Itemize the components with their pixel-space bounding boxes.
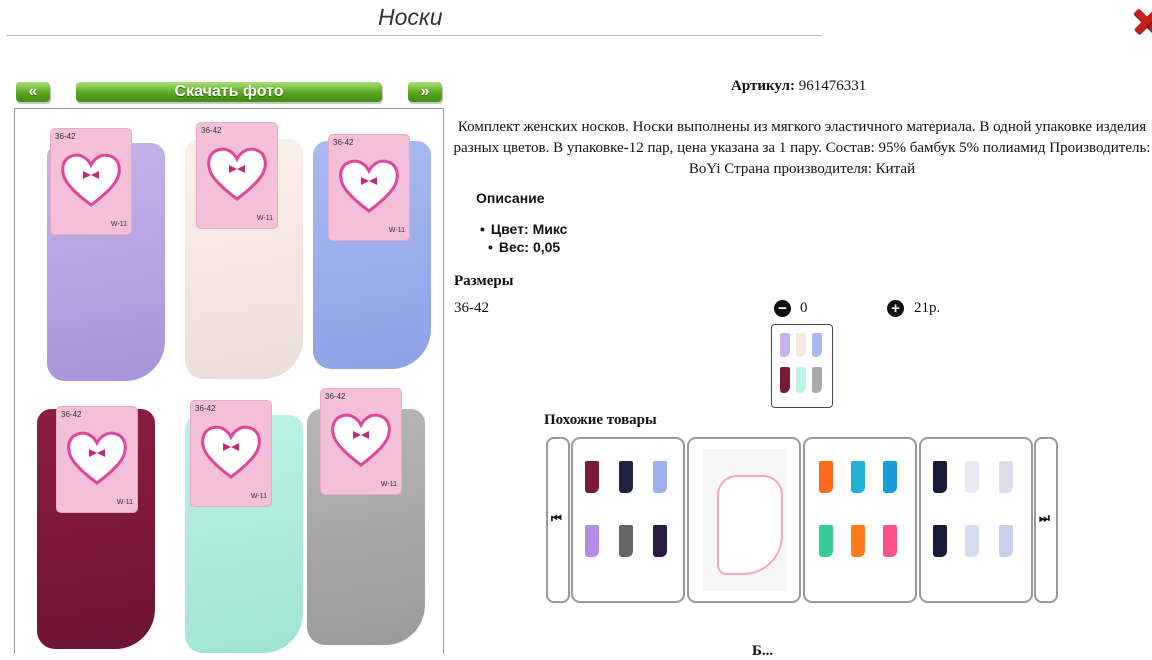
tag-size: 36-42 [61,410,82,419]
product-description: Комплект женских носков. Носки выполнены… [453,119,1151,177]
thumb-sock [812,367,822,393]
article-line: Артикул: 961476331 [731,78,866,95]
thumb-sock [933,525,947,557]
tag-size: 36-42 [201,126,222,135]
sock-tag: 36-42 W-11 [321,389,401,494]
section-heading-cutoff: Б... [752,643,774,659]
thumb-sock [653,461,667,493]
sock-tag: 36-42 W-11 [51,129,131,234]
thumb-sock [819,461,833,493]
thumb-sock [717,475,783,575]
quantity-value: 0 [800,300,808,316]
tag-size: 36-42 [55,132,76,141]
price-value: 21р. [914,300,941,316]
description-heading: Описание [476,190,545,206]
title-divider [6,35,822,36]
heart-icon [207,147,267,201]
sock-tag: 36-42 W-11 [57,407,137,512]
prev-photo-button[interactable]: « [16,82,50,102]
thumb-sock [819,525,833,557]
skip-back-icon: ⏮ [551,511,562,525]
tag-code: W-11 [256,215,273,222]
similar-item-card[interactable] [803,437,917,603]
size-value: 36-42 [454,300,489,316]
plus-icon[interactable]: + [887,300,904,317]
similar-heading: Похожие товары [544,412,657,428]
similar-item-card[interactable] [919,437,1033,603]
thumb-sock [780,367,790,393]
next-photo-button[interactable]: » [408,82,442,102]
heart-icon [67,431,127,485]
skip-forward-icon: ⏭ [1039,511,1050,525]
tag-size: 36-42 [325,392,346,401]
tag-size: 36-42 [195,404,216,413]
similar-item-card[interactable] [687,437,801,603]
sock-tag: 36-42 W-11 [329,135,409,240]
download-photo-button[interactable]: Скачать фото [76,82,382,102]
tag-code: W-11 [380,481,397,488]
article-label: Артикул: [731,78,795,94]
spec-color: Цвет: Микс [480,221,568,237]
thumb-sock [883,461,897,493]
thumb-sock [999,525,1013,557]
thumb-sock [851,461,865,493]
close-icon[interactable] [1130,6,1152,36]
thumb-sock [796,333,806,357]
thumb-sock [619,525,633,557]
tag-size: 36-42 [333,138,354,147]
thumb-sock [883,525,897,557]
sock-tag: 36-42 W-11 [191,401,271,506]
sock-tag: 36-42 W-11 [197,123,277,228]
thumb-sock [933,461,947,493]
thumb-sock [965,461,979,493]
tag-code: W-11 [116,499,133,506]
thumb-sock [585,525,599,557]
thumb-photo [703,449,787,591]
product-photo: 36-42 W-11 36-42 W-11 36-42 W-11 36-42 W… [14,108,444,654]
thumb-sock [796,367,806,393]
thumb-sock [653,525,667,557]
thumb-sock [965,525,979,557]
thumb-sock [999,461,1013,493]
thumb-sock [780,333,790,357]
thumb-sock [812,333,822,357]
carousel-next-button[interactable]: ⏭ [1034,437,1058,603]
heart-icon [331,413,391,467]
article-value: 961476331 [798,78,867,94]
tag-code: W-11 [388,227,405,234]
heart-icon [339,159,399,213]
minus-icon[interactable]: − [774,300,791,317]
carousel-prev-button[interactable]: ⏮ [546,437,570,603]
page-title: Носки [378,4,443,30]
similar-item-card[interactable] [571,437,685,603]
heart-icon [61,153,121,207]
heart-icon [201,425,261,479]
tag-code: W-11 [250,493,267,500]
thumb-sock [585,461,599,493]
selected-photo-thumbnail[interactable] [771,324,833,408]
tag-code: W-11 [110,221,127,228]
sizes-heading: Размеры [454,273,514,289]
thumb-sock [851,525,865,557]
spec-weight: Вес: 0,05 [488,239,560,255]
thumb-sock [619,461,633,493]
